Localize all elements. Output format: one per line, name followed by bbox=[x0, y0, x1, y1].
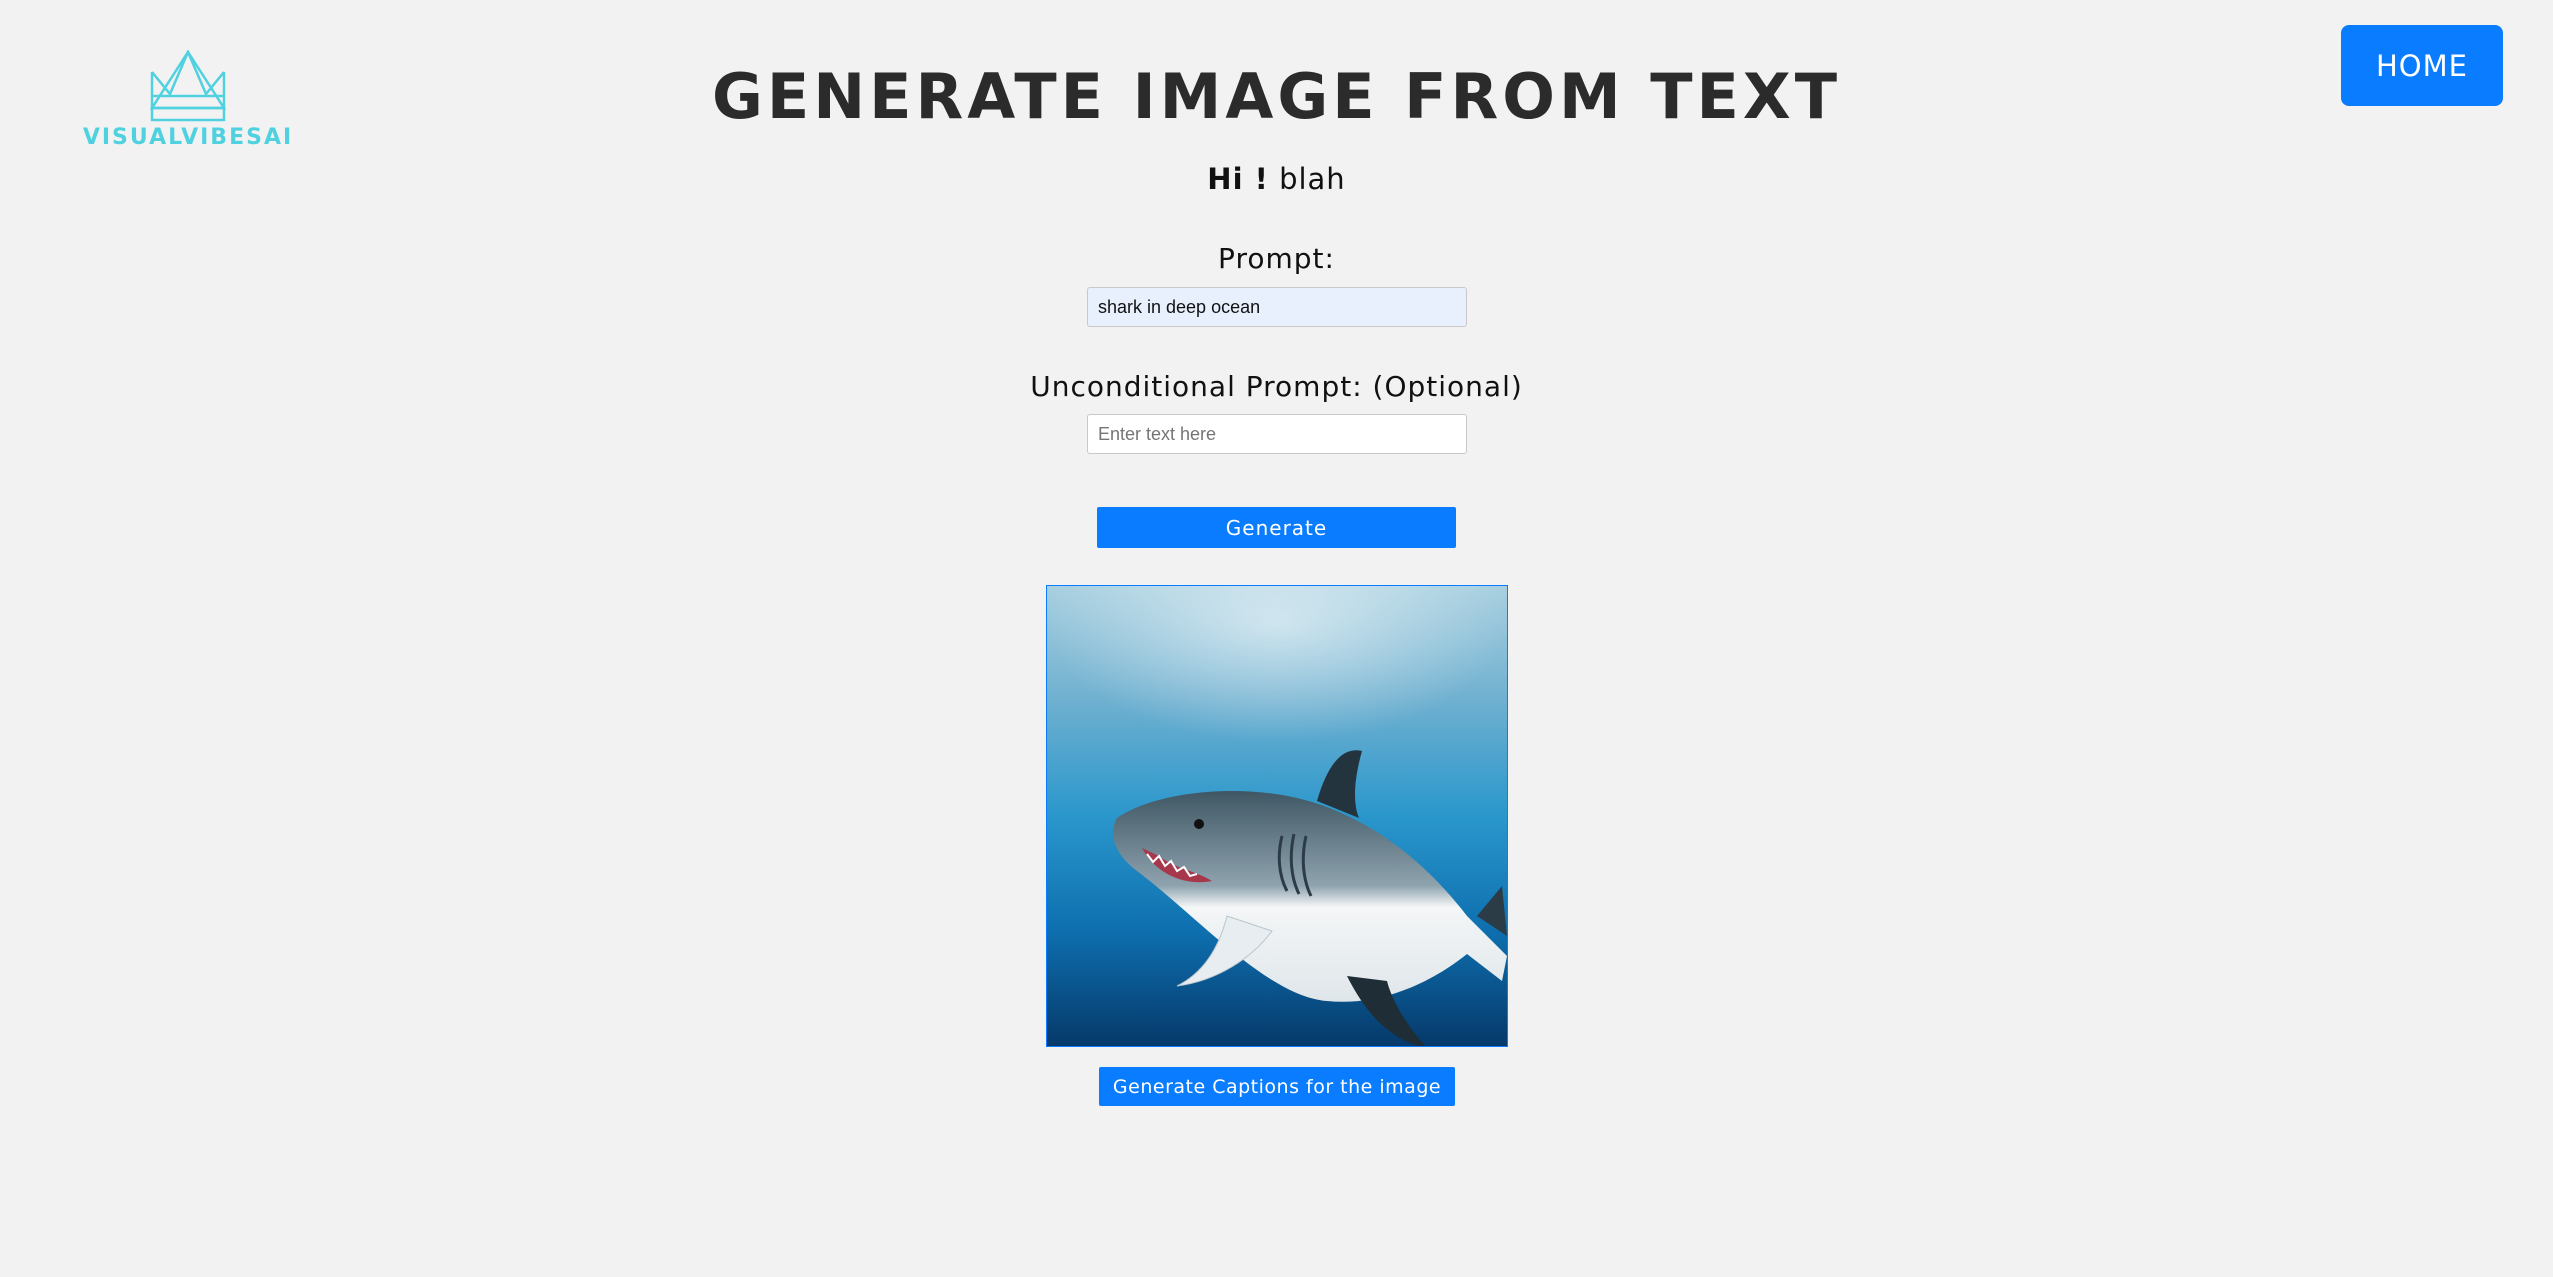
unconditional-prompt-label: Unconditional Prompt: (Optional) bbox=[1030, 370, 1523, 403]
prompt-input[interactable] bbox=[1087, 287, 1467, 327]
generate-captions-button[interactable]: Generate Captions for the image bbox=[1099, 1067, 1455, 1106]
greeting-username: blah bbox=[1279, 162, 1346, 196]
shark-image bbox=[1047, 586, 1507, 1046]
generated-image bbox=[1046, 585, 1508, 1047]
unconditional-prompt-input[interactable] bbox=[1087, 414, 1467, 454]
page: VISUALVIBESAI HOME GENERATE IMAGE FROM T… bbox=[0, 0, 2553, 1277]
greeting-prefix: Hi ! bbox=[1207, 162, 1269, 196]
prompt-label: Prompt: bbox=[1218, 242, 1335, 275]
page-title: GENERATE IMAGE FROM TEXT bbox=[711, 60, 1842, 133]
generate-button[interactable]: Generate bbox=[1097, 507, 1456, 548]
greeting: Hi ! blah bbox=[0, 162, 2553, 196]
